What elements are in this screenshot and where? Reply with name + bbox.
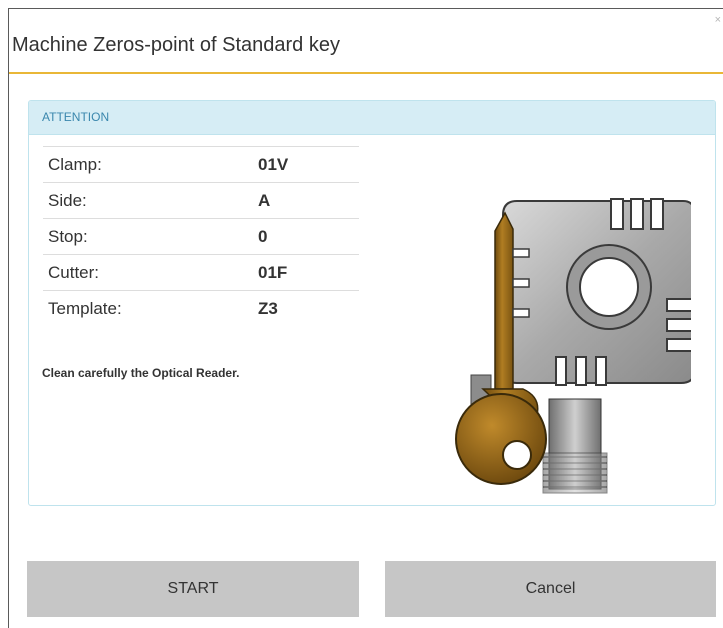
dialog-title: Machine Zeros-point of Standard key [12,34,340,56]
dialog: × Machine Zeros-point of Standard key AT… [8,8,723,628]
instruction-note: Clean carefully the Optical Reader. [42,366,240,380]
row-value: 01V [253,146,359,183]
row-label: Cutter: [43,254,253,291]
table-row: Side: A [43,182,359,219]
row-label: Side: [43,182,253,219]
table-row: Stop: 0 [43,218,359,255]
row-label: Stop: [43,218,253,255]
settings-table: Clamp: 01V Side: A Stop: 0 Cutter: 01F T… [43,146,359,326]
row-value: 01F [253,254,359,291]
row-value: A [253,182,359,219]
start-button[interactable]: START [27,561,359,617]
panel-heading: ATTENTION [29,101,715,135]
table-row: Cutter: 01F [43,254,359,291]
row-value: 0 [253,218,359,255]
row-label: Clamp: [43,146,253,183]
row-value: Z3 [253,290,359,326]
cancel-button[interactable]: Cancel [385,561,716,617]
key-clamp-illustration-icon [455,198,691,494]
row-label: Template: [43,290,253,326]
table-row: Clamp: 01V [43,146,359,183]
table-row: Template: Z3 [43,290,359,326]
attention-panel: ATTENTION Clamp: 01V Side: A Stop: 0 Cut… [28,100,716,506]
dialog-header: Machine Zeros-point of Standard key [9,9,723,74]
